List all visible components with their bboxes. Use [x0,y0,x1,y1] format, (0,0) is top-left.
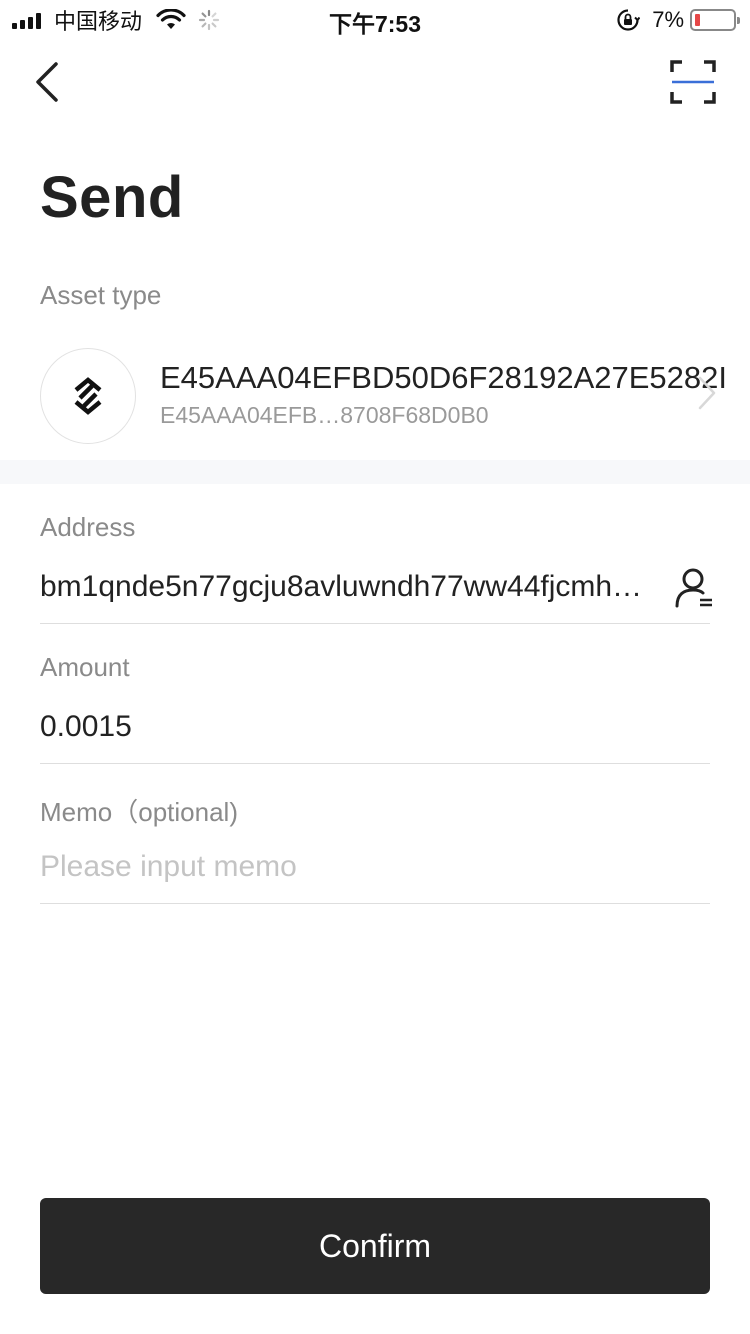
amount-underline [40,763,710,764]
chevron-right-icon [698,376,716,410]
chevron-left-icon [36,62,58,102]
scan-icon [670,60,716,104]
asset-type-label: Asset type [40,280,162,310]
address-underline [40,623,710,624]
asset-selector[interactable]: E45AAA04EFBD50D6F28192A27E5282I E45AAA04… [0,340,750,450]
asset-id: E45AAA04EFB…8708F68D0B0 [160,402,489,428]
amount-input[interactable]: 0.0015 [40,710,132,744]
memo-label: Memo（optional) [40,797,238,827]
section-divider [0,460,750,484]
status-bar: 中国移动 下午7:53 7% [0,0,750,40]
asset-logo [40,348,136,444]
rotation-lock-icon [617,9,641,31]
battery-icon [690,9,740,31]
scan-button[interactable] [670,60,716,104]
confirm-button[interactable]: Confirm [40,1198,710,1294]
address-input[interactable]: bm1qnde5n77gcju8avluwndh77ww44fjcmh… [40,570,642,604]
contacts-icon [675,568,712,608]
memo-input[interactable]: Please input memo [40,850,297,884]
amount-label: Amount [40,652,130,682]
memo-underline [40,903,710,904]
bytom-logo-icon [74,377,102,415]
contacts-button[interactable] [674,566,714,610]
address-label: Address [40,512,136,542]
status-bar-right: 7% [616,6,740,34]
back-button[interactable] [28,58,68,106]
page-title: Send [40,165,184,230]
asset-name: E45AAA04EFBD50D6F28192A27E5282I [160,360,728,395]
battery-percent: 7% [652,7,684,32]
confirm-button-label: Confirm [318,1227,431,1264]
